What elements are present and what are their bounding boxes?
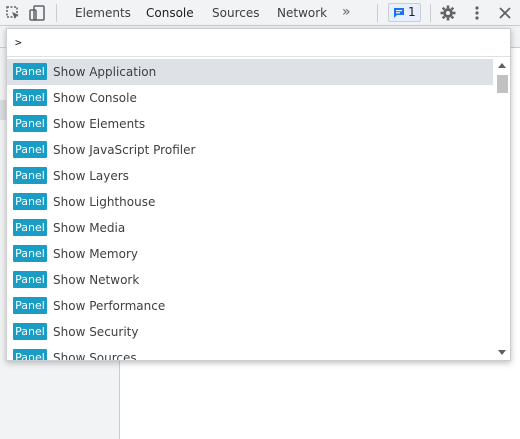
- command-input[interactable]: >: [7, 29, 510, 57]
- command-menu: > Panel Show Application Panel Show Cons…: [6, 28, 511, 361]
- scrollbar-thumb[interactable]: [497, 75, 508, 93]
- command-label: Show Memory: [53, 247, 138, 261]
- command-label: Show Console: [53, 91, 137, 105]
- list-item[interactable]: Panel Show Layers: [7, 163, 493, 189]
- list-item[interactable]: Panel Show Elements: [7, 111, 493, 137]
- panel-badge: Panel: [13, 323, 47, 340]
- issues-counter-button[interactable]: 1: [388, 3, 421, 22]
- panel-badge: Panel: [13, 89, 47, 106]
- list-item[interactable]: Panel Show Security: [7, 319, 493, 345]
- panel-badge: Panel: [13, 349, 47, 360]
- list-item[interactable]: Panel Show Console: [7, 85, 493, 111]
- panel-badge: Panel: [13, 63, 47, 80]
- list-item[interactable]: Panel Show Application: [7, 59, 493, 85]
- command-label: Show Application: [53, 65, 157, 79]
- list-scrollbar[interactable]: [495, 59, 510, 360]
- tab-sources[interactable]: Sources: [212, 6, 259, 20]
- list-item[interactable]: Panel Show Memory: [7, 241, 493, 267]
- issues-icon: [394, 8, 404, 18]
- close-icon[interactable]: [496, 4, 514, 22]
- command-label: Show Security: [53, 325, 139, 339]
- panel-badge: Panel: [13, 167, 47, 184]
- list-item[interactable]: Panel Show JavaScript Profiler: [7, 137, 493, 163]
- command-prompt: >: [15, 36, 22, 49]
- settings-gear-icon[interactable]: [439, 4, 457, 22]
- command-label: Show Network: [53, 273, 140, 287]
- panel-badge: Panel: [13, 193, 47, 210]
- panel-badge: Panel: [13, 141, 47, 158]
- panel-badge: Panel: [13, 271, 47, 288]
- panel-badge: Panel: [13, 219, 47, 236]
- devtools-toolbar: Elements Console Sources Network » 1: [0, 0, 520, 26]
- tab-console[interactable]: Console: [146, 6, 194, 20]
- list-item[interactable]: Panel Show Sources: [7, 345, 493, 360]
- command-label: Show JavaScript Profiler: [53, 143, 196, 157]
- inspect-element-icon[interactable]: [4, 4, 22, 22]
- scroll-up-arrow-icon[interactable]: [498, 63, 506, 68]
- list-item[interactable]: Panel Show Lighthouse: [7, 189, 493, 215]
- command-label: Show Layers: [53, 169, 129, 183]
- panel-badge: Panel: [13, 245, 47, 262]
- command-label: Show Elements: [53, 117, 146, 131]
- customize-menu-icon[interactable]: [468, 4, 486, 22]
- tab-network[interactable]: Network: [277, 6, 327, 20]
- tab-elements[interactable]: Elements: [75, 6, 131, 20]
- command-label: Show Performance: [53, 299, 166, 313]
- command-label: Show Media: [53, 221, 126, 235]
- panel-badge: Panel: [13, 297, 47, 314]
- more-tabs-button[interactable]: »: [342, 4, 351, 20]
- toolbar-divider: [377, 4, 378, 22]
- toolbar-divider: [56, 4, 57, 22]
- device-toolbar-icon[interactable]: [28, 4, 46, 22]
- scroll-down-arrow-icon[interactable]: [498, 350, 506, 355]
- toolbar-divider: [430, 4, 431, 22]
- list-item[interactable]: Panel Show Media: [7, 215, 493, 241]
- list-item[interactable]: Panel Show Network: [7, 267, 493, 293]
- command-label: Show Lighthouse: [53, 195, 156, 209]
- issues-count: 1: [408, 5, 416, 19]
- list-item[interactable]: Panel Show Performance: [7, 293, 493, 319]
- command-list: Panel Show Application Panel Show Consol…: [7, 59, 493, 360]
- panel-badge: Panel: [13, 115, 47, 132]
- command-label: Show Sources: [53, 351, 137, 360]
